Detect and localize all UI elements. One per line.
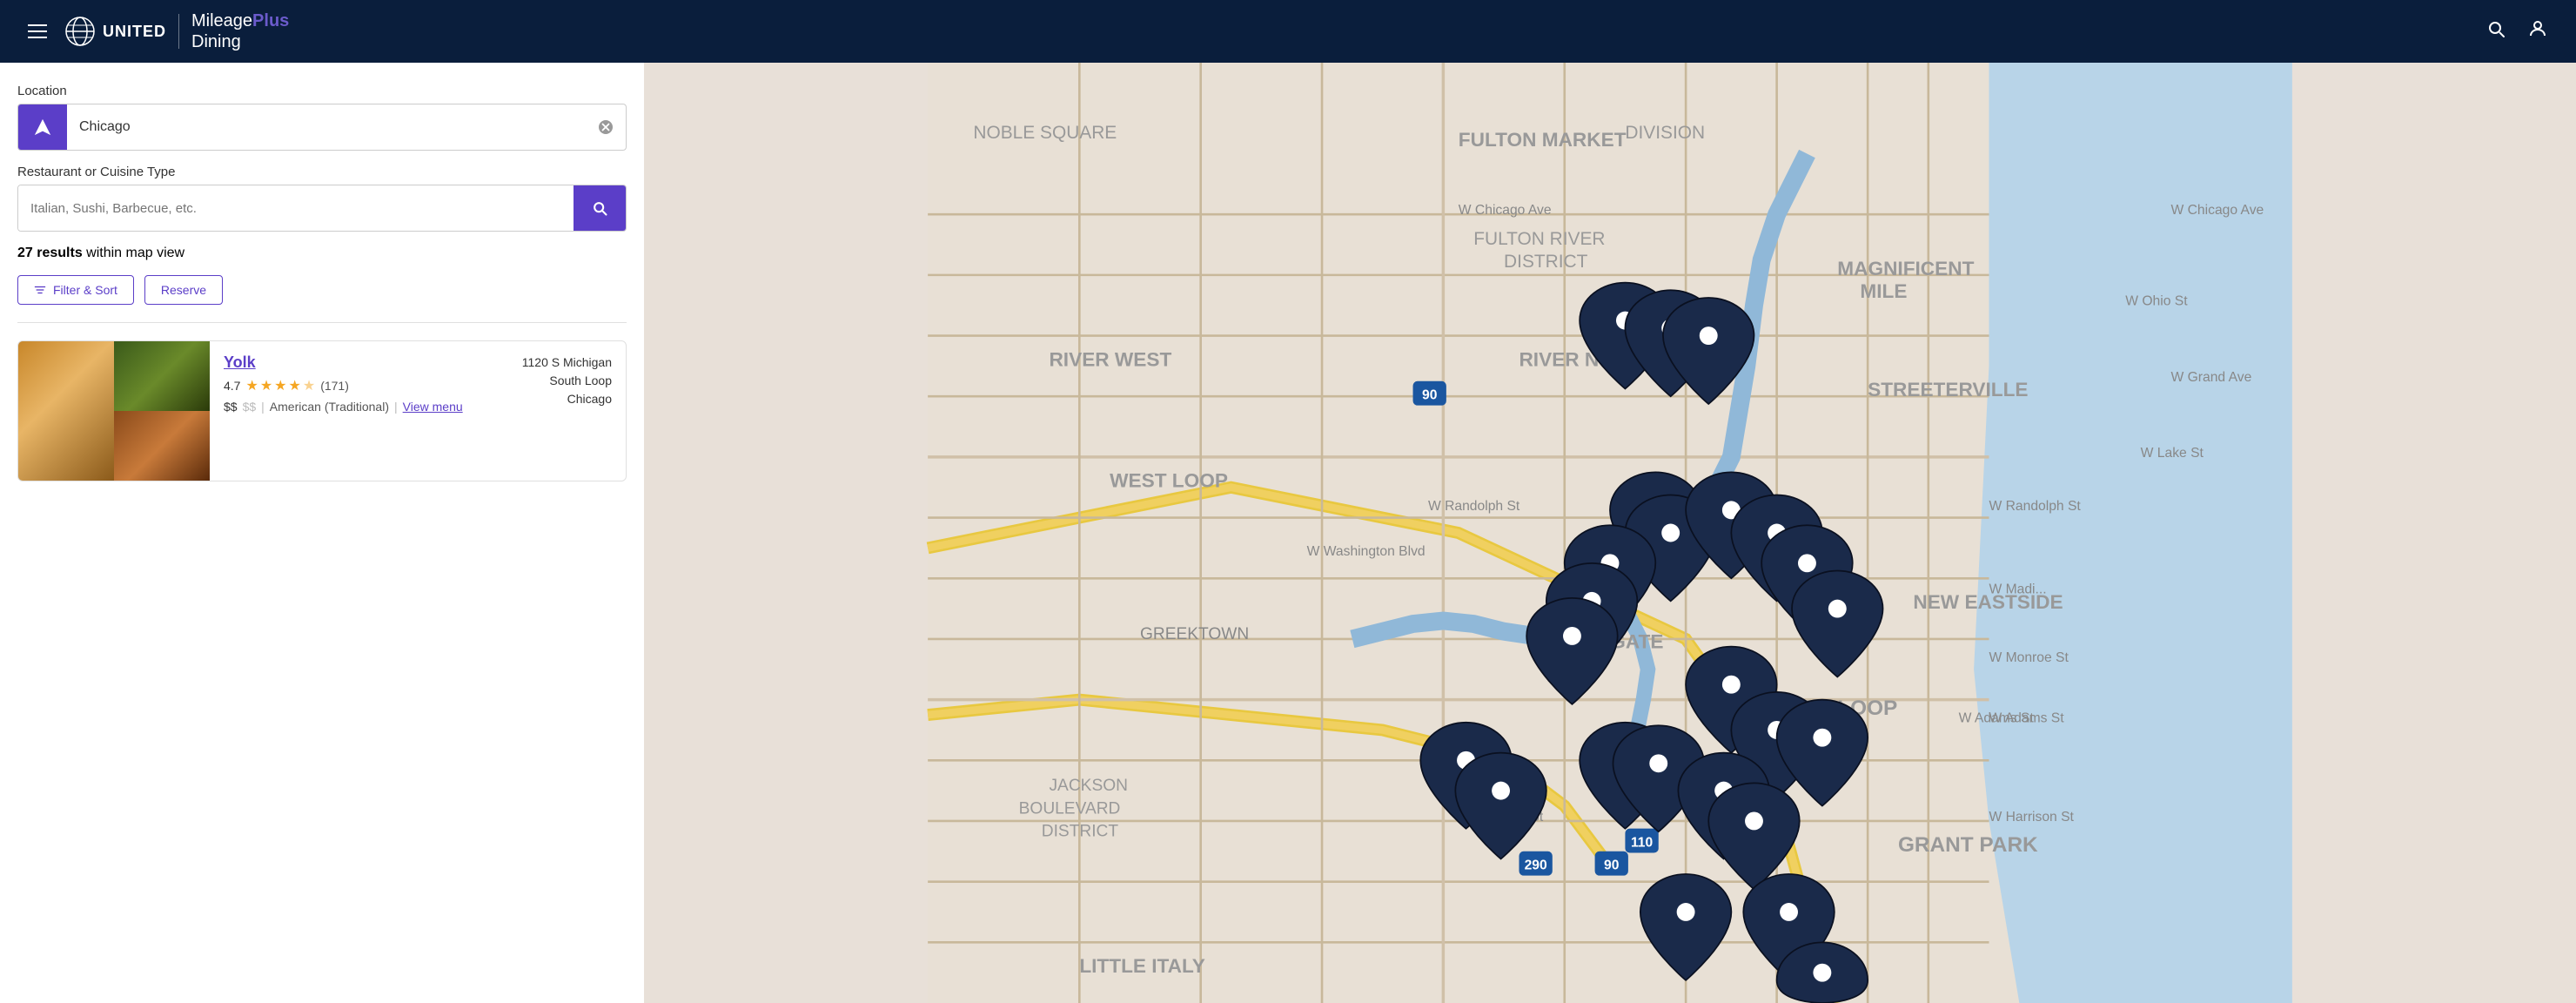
svg-text:W Lake St: W Lake St (2141, 446, 2204, 461)
price-active: $$ (224, 400, 238, 414)
brand-name: MileagePlus Dining (191, 10, 289, 52)
section-divider (17, 322, 627, 323)
hamburger-menu[interactable] (28, 24, 47, 38)
svg-text:W Chicago Ave: W Chicago Ave (2171, 203, 2264, 218)
svg-text:RIVER WEST: RIVER WEST (1049, 348, 1171, 370)
star-1: ★ (245, 377, 258, 394)
svg-text:W Madi...: W Madi... (1989, 582, 2046, 597)
rating-row: 4.7 ★ ★ ★ ★ ★ (171) (224, 377, 508, 394)
svg-text:W Washington Blvd: W Washington Blvd (1307, 544, 1426, 559)
svg-text:W Randolph St: W Randolph St (1989, 499, 2081, 514)
star-4: ★ (289, 377, 301, 394)
close-circle-icon (598, 119, 614, 135)
cuisine-input-row (17, 185, 627, 232)
svg-text:W Ohio St: W Ohio St (2125, 294, 2188, 309)
navigation-icon (33, 118, 52, 137)
card-image (18, 341, 210, 481)
svg-text:STREETERVILLE: STREETERVILLE (1868, 379, 2028, 401)
cuisine-input[interactable] (18, 185, 574, 231)
account-icon[interactable] (2527, 18, 2548, 44)
svg-text:W Harrison St: W Harrison St (1989, 810, 2074, 825)
review-count: (171) (320, 379, 349, 393)
cuisine-type: American (Traditional) (270, 400, 389, 414)
svg-text:FULTON MARKET: FULTON MARKET (1459, 129, 1627, 151)
map-area: RIVER WEST WEST LOOP GREEKTOWN JACKSON B… (644, 63, 2576, 1003)
left-panel: Location Restaurant or (0, 63, 644, 1003)
location-icon-button[interactable] (18, 104, 67, 150)
restaurant-card: Yolk 4.7 ★ ★ ★ ★ ★ (171) $$ $$ (17, 340, 627, 481)
svg-text:DISTRICT: DISTRICT (1042, 822, 1119, 840)
rating-number: 4.7 (224, 379, 240, 393)
card-content: Yolk 4.7 ★ ★ ★ ★ ★ (171) $$ $$ (210, 341, 522, 481)
location-label: Location (17, 84, 627, 98)
food-image-2 (114, 341, 210, 411)
star-2: ★ (260, 377, 272, 394)
svg-text:WEST LOOP: WEST LOOP (1110, 470, 1228, 492)
svg-text:W Adams St: W Adams St (1959, 711, 2035, 726)
logo-divider (178, 14, 179, 49)
cuisine-label: Restaurant or Cuisine Type (17, 165, 627, 179)
filter-sort-button[interactable]: Filter & Sort (17, 275, 134, 305)
food-image-1 (18, 341, 114, 481)
united-text-label: UNITED (103, 23, 166, 41)
dining-label: Dining (191, 31, 289, 52)
header-right (2485, 18, 2548, 44)
search-icon[interactable] (2485, 18, 2506, 44)
image-mosaic (18, 341, 210, 481)
svg-text:MAGNIFICENT: MAGNIFICENT (1837, 258, 1974, 279)
clear-location-button[interactable] (586, 119, 626, 135)
svg-text:W Monroe St: W Monroe St (1989, 650, 2069, 665)
svg-text:110: 110 (1631, 836, 1654, 851)
location-section: Location (17, 84, 627, 151)
mileageplus-label: MileagePlus (191, 10, 289, 31)
svg-text:DIVISION: DIVISION (1625, 123, 1705, 143)
svg-text:LITTLE ITALY: LITTLE ITALY (1079, 955, 1205, 977)
svg-text:90: 90 (1604, 858, 1620, 873)
price-inactive: $$ (243, 400, 257, 414)
price-cuisine-row: $$$$ | American (Traditional) | View men… (224, 400, 508, 414)
svg-text:NOBLE SQUARE: NOBLE SQUARE (973, 123, 1117, 143)
location-input-row (17, 104, 627, 151)
header-left: UNITED MileagePlus Dining (28, 10, 289, 52)
location-input[interactable] (67, 104, 586, 150)
united-logo: UNITED (64, 16, 166, 47)
main-layout: Location Restaurant or (0, 63, 2576, 1003)
map-svg: RIVER WEST WEST LOOP GREEKTOWN JACKSON B… (644, 63, 2576, 1003)
star-3: ★ (274, 377, 286, 394)
svg-text:DISTRICT: DISTRICT (1504, 252, 1588, 272)
svg-text:W Grand Ave: W Grand Ave (2171, 370, 2252, 385)
svg-text:W Randolph St: W Randolph St (1428, 499, 1520, 514)
restaurant-name-link[interactable]: Yolk (224, 353, 508, 372)
svg-text:MILE: MILE (1860, 280, 1907, 302)
filter-row: Filter & Sort Reserve (17, 275, 627, 305)
filter-icon (34, 284, 46, 296)
app-header: UNITED MileagePlus Dining (0, 0, 2576, 63)
card-inner: Yolk 4.7 ★ ★ ★ ★ ★ (171) $$ $$ (18, 341, 626, 481)
svg-text:290: 290 (1525, 858, 1547, 873)
svg-text:GREEKTOWN: GREEKTOWN (1140, 625, 1249, 643)
cuisine-section: Restaurant or Cuisine Type (17, 165, 627, 232)
reserve-button[interactable]: Reserve (144, 275, 223, 305)
view-menu-link[interactable]: View menu (403, 400, 463, 414)
svg-text:GRANT PARK: GRANT PARK (1898, 833, 2038, 857)
star-5: ★ (303, 377, 315, 394)
svg-text:BOULEVARD: BOULEVARD (1019, 799, 1121, 818)
svg-text:JACKSON: JACKSON (1049, 777, 1127, 795)
search-icon (591, 199, 608, 217)
logo-area: UNITED MileagePlus Dining (64, 10, 289, 52)
results-count: 27 results within map view (17, 246, 627, 261)
united-globe-icon (64, 16, 96, 47)
svg-text:90: 90 (1422, 388, 1438, 403)
card-address: 1120 S Michigan South Loop Chicago (522, 341, 626, 481)
star-rating: ★ ★ ★ ★ ★ (245, 377, 315, 394)
search-button[interactable] (574, 185, 626, 231)
svg-text:FULTON RIVER: FULTON RIVER (1473, 229, 1605, 249)
svg-text:W Chicago Ave: W Chicago Ave (1459, 203, 1552, 218)
food-image-3 (114, 411, 210, 481)
